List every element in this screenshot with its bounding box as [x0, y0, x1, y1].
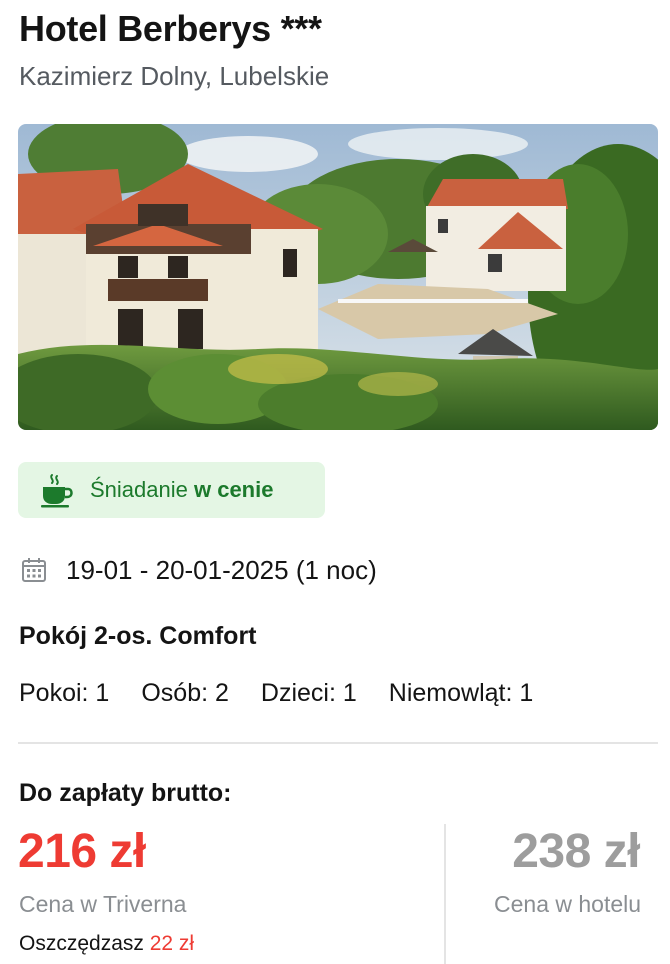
hotel-title: Hotel Berberys ***	[19, 8, 322, 49]
price-triverna-caption: Cena w Triverna	[19, 891, 187, 917]
hotel-photo[interactable]	[18, 124, 658, 430]
occupancy-children: Dzieci: 1	[260, 679, 357, 707]
stay-dates: 19-01 - 20-01-2025 (1 noc)	[20, 552, 377, 588]
coffee-cup-icon	[38, 472, 74, 508]
section-divider	[18, 742, 658, 744]
price-column-divider	[444, 824, 446, 964]
occupancy-rooms: Pokoi: 1	[19, 679, 110, 707]
payment-label: Do zapłaty brutto:	[19, 779, 232, 807]
price-hotel-caption: Cena w hotelu	[494, 891, 642, 917]
breakfast-label: Śniadanie w cenie	[90, 477, 273, 503]
occupancy-infants: Niemowląt: 1	[388, 679, 534, 707]
breakfast-badge: Śniadanie w cenie	[18, 462, 325, 518]
savings-text: Oszczędzasz 22 zł	[19, 932, 194, 956]
breakfast-label-emphasis: w cenie	[193, 477, 274, 502]
savings-prefix: Oszczędzasz	[19, 932, 150, 955]
price-hotel: 238 zł	[512, 825, 640, 878]
breakfast-label-prefix: Śniadanie	[90, 477, 194, 502]
savings-amount: 22 zł	[149, 932, 195, 955]
occupancy-persons: Osób: 2	[141, 679, 229, 707]
hotel-location: Kazimierz Dolny, Lubelskie	[19, 61, 330, 91]
calendar-icon	[20, 556, 48, 584]
room-name: Pokój 2-os. Comfort	[19, 622, 257, 650]
occupancy-summary: Pokoi: 1 Osób: 2 Dzieci: 1 Niemowląt: 1	[19, 679, 565, 708]
stay-dates-text: 19-01 - 20-01-2025 (1 noc)	[66, 554, 377, 585]
price-triverna: 216 zł	[18, 825, 146, 878]
